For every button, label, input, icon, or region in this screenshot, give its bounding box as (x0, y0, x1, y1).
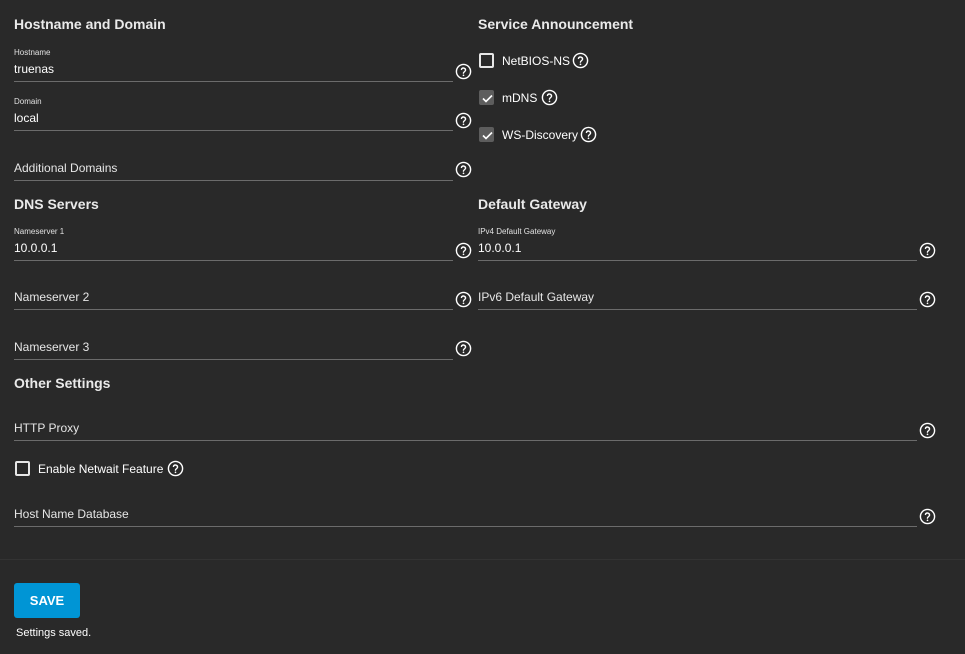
check-icon (482, 131, 493, 140)
help-icon[interactable] (919, 242, 936, 259)
ipv6-gateway-field[interactable]: IPv6 Default Gateway (478, 276, 917, 310)
nameserver1-field[interactable]: Nameserver 1 10.0.0.1 (14, 227, 453, 261)
nameserver1-label: Nameserver 1 (14, 227, 65, 236)
help-icon[interactable] (167, 460, 184, 477)
netwait-checkbox[interactable] (15, 461, 30, 476)
ipv6-gateway-placeholder: IPv6 Default Gateway (478, 290, 595, 304)
help-icon[interactable] (455, 291, 472, 308)
help-icon[interactable] (580, 126, 597, 143)
ipv4-gateway-label: IPv4 Default Gateway (478, 227, 556, 236)
help-icon[interactable] (455, 112, 472, 129)
http-proxy-placeholder: HTTP Proxy (14, 421, 80, 435)
help-icon[interactable] (455, 242, 472, 259)
additional-domains-placeholder: Additional Domains (14, 161, 118, 175)
ws-discovery-checkbox[interactable] (479, 127, 494, 142)
netwait-label: Enable Netwait Feature (38, 462, 164, 476)
host-name-database-field[interactable]: Host Name Database (14, 493, 917, 527)
mdns-checkbox[interactable] (479, 90, 494, 105)
mdns-label: mDNS (502, 91, 538, 105)
section-title-other-settings: Other Settings (14, 375, 111, 391)
hostname-label: Hostname (14, 48, 51, 57)
nameserver2-placeholder: Nameserver 2 (14, 290, 90, 304)
help-icon[interactable] (541, 89, 558, 106)
nameserver2-field[interactable]: Nameserver 2 (14, 276, 453, 310)
hostname-value[interactable]: truenas (14, 62, 54, 76)
http-proxy-field[interactable]: HTTP Proxy (14, 407, 917, 441)
nameserver3-placeholder: Nameserver 3 (14, 340, 90, 354)
hostname-field[interactable]: Hostname truenas (14, 48, 453, 82)
ipv4-gateway-field[interactable]: IPv4 Default Gateway 10.0.0.1 (478, 227, 917, 261)
help-icon[interactable] (919, 291, 936, 308)
nameserver3-field[interactable]: Nameserver 3 (14, 326, 453, 360)
section-title-dns-servers: DNS Servers (14, 196, 99, 212)
netbios-ns-checkbox[interactable] (479, 53, 494, 68)
domain-value[interactable]: local (14, 111, 39, 125)
section-title-service-announcement: Service Announcement (478, 16, 634, 32)
help-icon[interactable] (455, 161, 472, 178)
section-title-hostname-domain: Hostname and Domain (14, 16, 166, 32)
footer-divider (0, 559, 965, 560)
help-icon[interactable] (572, 52, 589, 69)
status-message: Settings saved. (16, 627, 92, 639)
domain-field[interactable]: Domain local (14, 97, 453, 131)
nameserver1-value[interactable]: 10.0.0.1 (14, 241, 57, 255)
help-icon[interactable] (455, 340, 472, 357)
save-button[interactable]: SAVE (14, 583, 80, 618)
host-name-database-placeholder: Host Name Database (14, 507, 129, 521)
netbios-ns-label: NetBIOS-NS (502, 54, 571, 68)
help-icon[interactable] (919, 422, 936, 439)
ws-discovery-label: WS-Discovery (502, 128, 579, 142)
section-title-default-gateway: Default Gateway (478, 196, 587, 212)
ipv4-gateway-value[interactable]: 10.0.0.1 (478, 241, 521, 255)
additional-domains-field[interactable]: Additional Domains (14, 147, 453, 181)
domain-label: Domain (14, 97, 42, 106)
help-icon[interactable] (455, 63, 472, 80)
help-icon[interactable] (919, 508, 936, 525)
check-icon (482, 94, 493, 103)
